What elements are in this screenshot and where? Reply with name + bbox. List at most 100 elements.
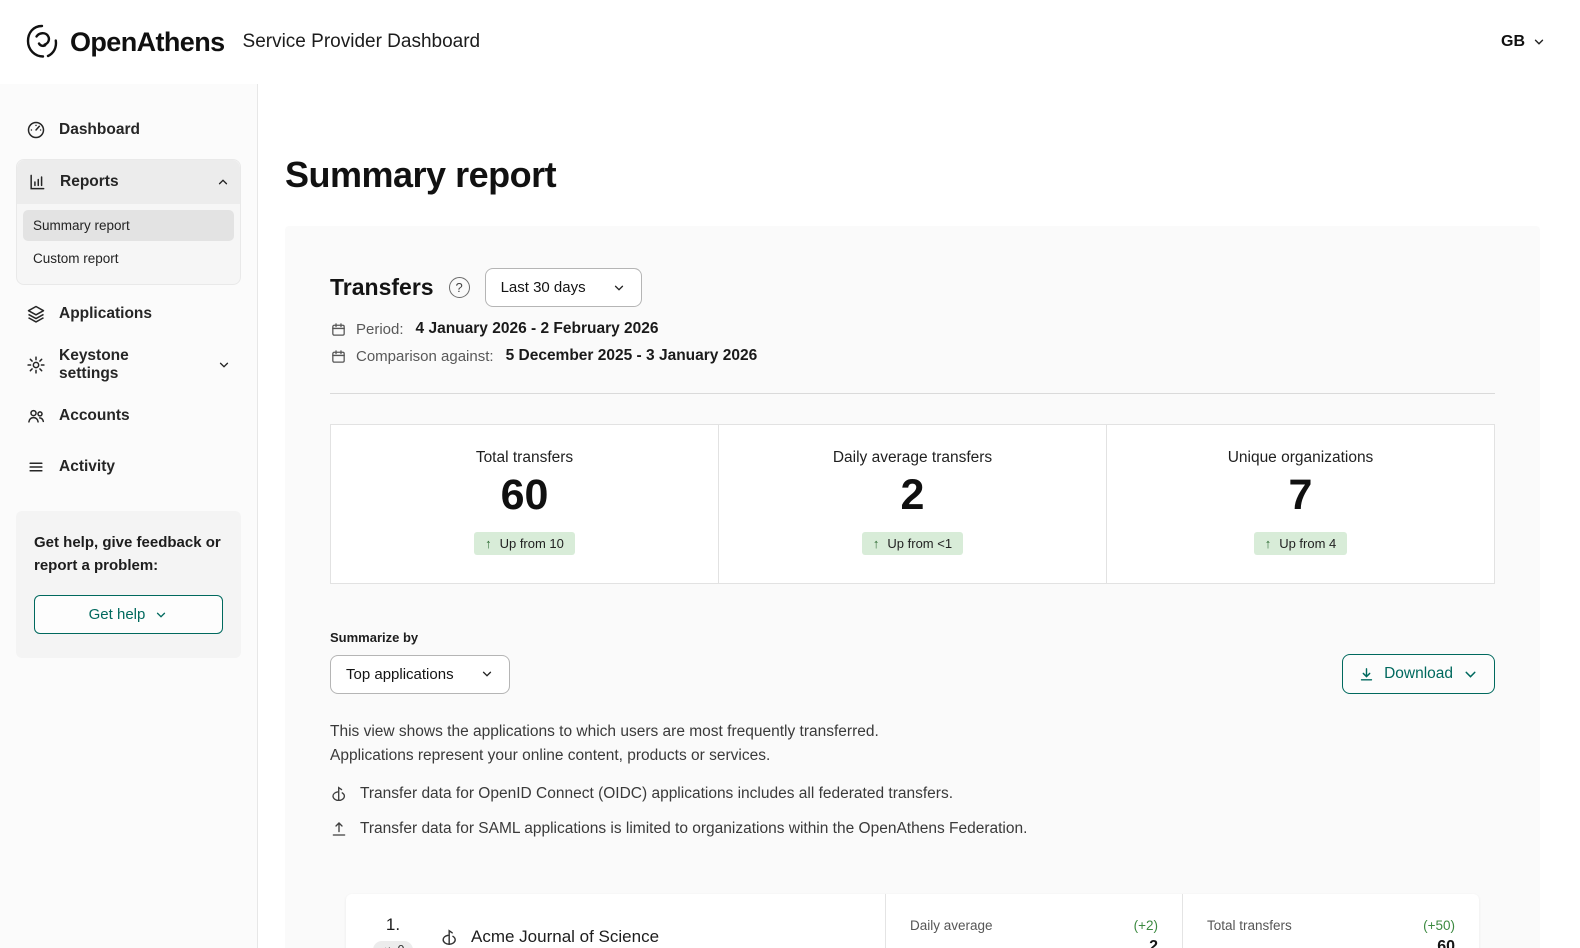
summarize-by-label: Summarize by xyxy=(330,630,419,645)
chevron-up-icon xyxy=(216,175,230,189)
oidc-note-text: Transfer data for OpenID Connect (OIDC) … xyxy=(360,785,954,802)
daily-average-value: 2 xyxy=(1149,938,1158,948)
rank-column: 1. 0 xyxy=(346,915,440,948)
help-box: Get help, give feedback or report a prob… xyxy=(16,511,241,658)
period-label: Period: xyxy=(356,320,404,338)
comparison-row: Comparison against: 5 December 2025 - 3 … xyxy=(330,347,1495,365)
chevron-down-icon xyxy=(1462,666,1479,683)
stat-delta-text: Up from <1 xyxy=(887,536,953,551)
comparison-value: 5 December 2025 - 3 January 2026 xyxy=(505,347,758,364)
period-row: Period: 4 January 2026 - 2 February 2026 xyxy=(330,320,1495,338)
oidc-icon xyxy=(330,785,348,803)
openathens-logo-text: OpenAthens xyxy=(70,26,225,57)
rank-change-value: 0 xyxy=(398,943,405,948)
help-box-text: Get help, give feedback or report a prob… xyxy=(34,534,221,574)
main-content: Summary report Transfers ? Last 30 days xyxy=(258,84,1580,948)
stat-label: Unique organizations xyxy=(1227,449,1374,466)
daily-average-delta: (+2) xyxy=(1133,918,1158,933)
date-range-value: Last 30 days xyxy=(500,279,586,296)
sidebar-item-label: Keystone settings xyxy=(59,347,129,382)
help-icon[interactable]: ? xyxy=(448,277,470,298)
up-arrow-icon: ↑ xyxy=(1264,536,1272,551)
application-row[interactable]: 1. 0 xyxy=(346,894,1479,948)
gear-icon xyxy=(26,355,46,375)
bar-chart-icon xyxy=(27,172,47,192)
top-header: OpenAthens Service Provider Dashboard GB xyxy=(0,0,1580,84)
brand: OpenAthens Service Provider Dashboard xyxy=(22,21,480,63)
oidc-icon xyxy=(440,928,459,947)
summarize-select[interactable]: Top applications xyxy=(330,654,510,694)
sidebar-item-summary-report[interactable]: Summary report xyxy=(23,210,234,241)
sidebar-item-reports[interactable]: Reports xyxy=(17,160,240,204)
sidebar-item-label: Dashboard xyxy=(59,121,140,138)
sidebar-item-label: Activity xyxy=(59,458,115,475)
transfers-header: Transfers ? Last 30 days xyxy=(330,268,1495,307)
sidebar-item-label: Applications xyxy=(59,305,153,322)
summarize-select-value: Top applications xyxy=(346,665,454,683)
people-icon xyxy=(26,406,46,426)
sidebar-item-applications[interactable]: Applications xyxy=(16,292,241,336)
stats-row: Total transfers 60 ↑ Up from 10 Daily av… xyxy=(330,424,1495,584)
daily-average-label: Daily average xyxy=(910,918,993,933)
sidebar-item-custom-report[interactable]: Custom report xyxy=(23,243,234,274)
stat-value: 7 xyxy=(1288,471,1313,519)
dashboard-icon xyxy=(26,120,46,140)
application-name-cell: Acme Journal of Science xyxy=(440,927,885,947)
layers-icon xyxy=(26,304,46,324)
download-icon xyxy=(1358,666,1375,683)
up-arrow-icon: ↑ xyxy=(872,536,880,551)
stat-label: Daily average transfers xyxy=(832,449,993,466)
user-menu[interactable]: GB xyxy=(1501,33,1546,51)
daily-average-cell: Daily average (+2) 2 xyxy=(885,894,1182,948)
chevron-down-icon xyxy=(1532,35,1546,49)
total-transfers-label: Total transfers xyxy=(1207,918,1292,933)
sidebar-item-accounts[interactable]: Accounts xyxy=(16,394,241,438)
user-initials: GB xyxy=(1501,33,1525,50)
stat-delta-text: Up from 10 xyxy=(499,536,564,551)
openathens-logo-icon xyxy=(22,21,62,63)
chevron-down-icon xyxy=(612,281,626,295)
stat-delta-badge: ↑ Up from 10 xyxy=(474,532,575,555)
rank-number: 1. xyxy=(385,915,401,934)
total-transfers-delta: (+50) xyxy=(1423,918,1455,933)
calendar-icon xyxy=(330,321,347,338)
chevron-down-icon xyxy=(154,608,168,622)
transfers-panel: Transfers ? Last 30 days Period: 4 Janua… xyxy=(285,226,1540,948)
chevron-down-icon xyxy=(480,667,494,681)
application-name: Acme Journal of Science xyxy=(471,927,660,946)
sidebar-item-label: Reports xyxy=(60,173,119,190)
reports-group: Reports Summary report Custom report xyxy=(16,159,241,285)
stat-delta-badge: ↑ Up from 4 xyxy=(1253,532,1348,555)
period-value: 4 January 2026 - 2 February 2026 xyxy=(415,320,659,337)
page-title: Summary report xyxy=(285,154,557,195)
total-transfers-value: 60 xyxy=(1437,938,1455,948)
oidc-note: Transfer data for OpenID Connect (OIDC) … xyxy=(330,785,1495,803)
saml-upload-icon xyxy=(330,820,348,838)
sidebar-item-keystone-settings[interactable]: Keystone settings xyxy=(16,343,241,387)
controls-row: Top applications Download xyxy=(330,654,1495,694)
saml-note-text: Transfer data for SAML applications is l… xyxy=(360,820,1028,837)
comparison-label: Comparison against: xyxy=(356,347,494,365)
stat-card-daily-average: Daily average transfers 2 ↑ Up from <1 xyxy=(719,424,1107,584)
app-title: Service Provider Dashboard xyxy=(242,31,481,52)
calendar-icon xyxy=(330,348,347,365)
rank-change-badge: 0 xyxy=(372,941,414,948)
summarize-description-line1: This view shows the applications to whic… xyxy=(330,723,879,740)
sidebar-item-label: Accounts xyxy=(59,407,130,424)
date-range-select[interactable]: Last 30 days xyxy=(484,268,642,307)
activity-icon xyxy=(26,457,46,477)
download-label: Download xyxy=(1384,665,1453,682)
total-transfers-cell: Total transfers (+50) 60 xyxy=(1182,894,1479,948)
sidebar-item-activity[interactable]: Activity xyxy=(16,445,241,489)
stat-value: 60 xyxy=(500,471,549,519)
get-help-button[interactable]: Get help xyxy=(34,595,223,634)
stat-delta-text: Up from 4 xyxy=(1279,536,1337,551)
summarize-description-line2: Applications represent your online conte… xyxy=(330,747,771,764)
sidebar-item-dashboard[interactable]: Dashboard xyxy=(16,108,241,152)
get-help-label: Get help xyxy=(88,606,146,623)
stat-label: Total transfers xyxy=(475,449,574,466)
stat-value: 2 xyxy=(900,471,925,519)
download-button[interactable]: Download xyxy=(1342,654,1495,694)
saml-note: Transfer data for SAML applications is l… xyxy=(330,820,1495,838)
stat-card-total-transfers: Total transfers 60 ↑ Up from 10 xyxy=(330,424,719,584)
